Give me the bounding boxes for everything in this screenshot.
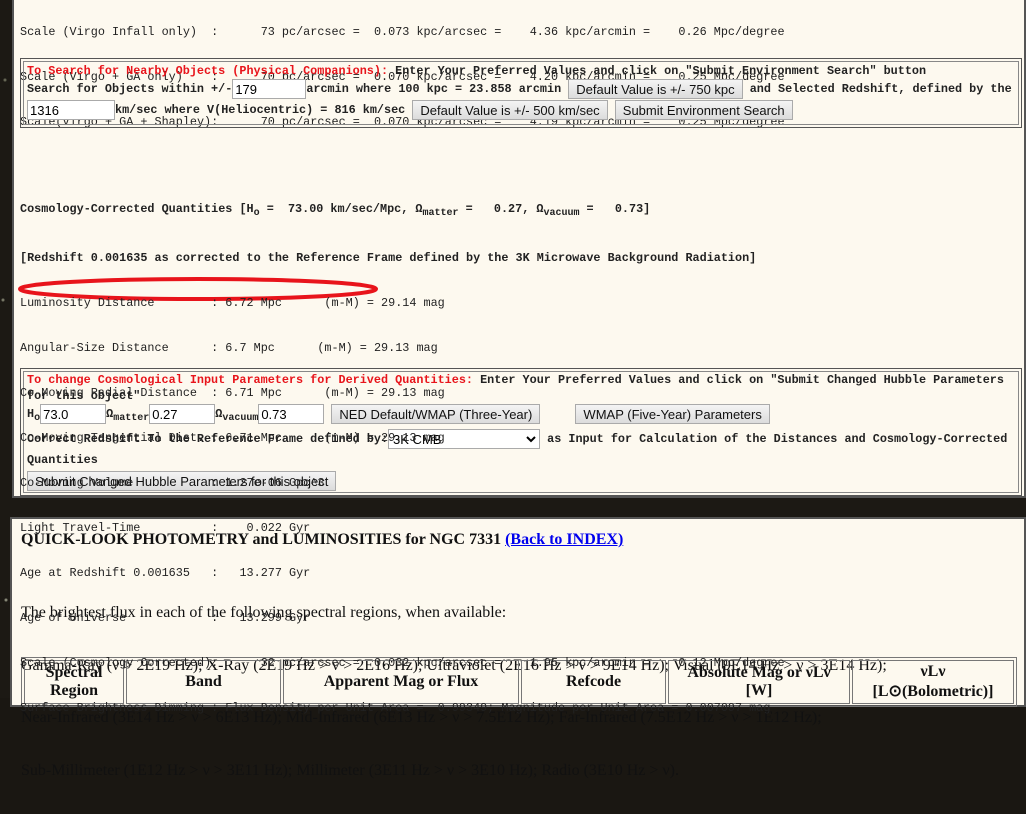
col-luminosity: νLν [L⊙(Bolometric)] — [852, 660, 1014, 704]
cosmology-line-light-travel-time: Light Travel-Time : 0.022 Gyr — [20, 521, 311, 535]
cosmology-line: Surface Brightness Dimming : Flux Densit… — [20, 701, 771, 715]
default-kms-button[interactable]: Default Value is +/- 500 km/sec — [412, 100, 608, 121]
velocity-text: km/sec where V(Heliocentric) = 816 km/se… — [115, 103, 406, 118]
within-label: Search for Objects within +/- — [27, 82, 233, 97]
cosmology-line: Angular-Size Distance : 6.7 Mpc (m-M) = … — [20, 341, 438, 355]
redshift-frame-line: [Redshift 0.001635 as corrected to the R… — [20, 251, 757, 265]
velocity-input[interactable] — [27, 100, 115, 121]
cosmology-line: Co-Moving Radial Distance : 6.71 Mpc (m-… — [20, 386, 445, 400]
distance-info-panel: Scale (Virgo Infall only) : 73 pc/arcsec… — [12, 0, 1026, 715]
environment-search-form: To Search for Nearby Objects (Physical C… — [20, 58, 1022, 129]
cosmology-quantities: Cosmology-Corrected Quantities [Ho = 73.… — [20, 172, 785, 746]
cosmology-line: Scale (Cosmology Corrected): 32 pc/arcse… — [20, 656, 785, 670]
env-search-instruction: Enter Your Preferred Values and click on… — [388, 64, 927, 78]
cosmology-line: Co-Moving Tangential Dist. : 6.71 Mpc (m… — [20, 431, 445, 445]
arcmin-text: arcmin where 100 kpc = 23.858 arcmin — [306, 82, 562, 97]
scale-line: Scale (Virgo Infall only) : 73 pc/arcsec… — [20, 25, 785, 39]
default-kpc-button[interactable]: Default Value is +/- 750 kpc — [568, 79, 743, 99]
cosmology-line: Luminosity Distance : 6.72 Mpc (m-M) = 2… — [20, 296, 445, 310]
cosmology-line: Age at Redshift 0.001635 : 13.277 Gyr — [20, 566, 311, 580]
cosmology-line: Co-Moving Volume : 1.27e-06 Gpc^3 — [20, 476, 325, 490]
cosmology-header: Cosmology-Corrected Quantities [Ho = 73.… — [20, 202, 651, 219]
arcmin-input[interactable] — [232, 79, 307, 99]
intro-line: Sub-Millimeter (1E12 Hz > ν > 3E11 Hz); … — [21, 761, 679, 779]
submit-environment-search-button[interactable]: Submit Environment Search — [614, 100, 793, 121]
cosmology-line: Age of Universe : 13.299 Gyr — [20, 611, 311, 625]
redshift-text: and Selected Redshift, defined by the — [742, 82, 1012, 97]
env-search-heading: To Search for Nearby Objects (Physical C… — [27, 64, 389, 78]
